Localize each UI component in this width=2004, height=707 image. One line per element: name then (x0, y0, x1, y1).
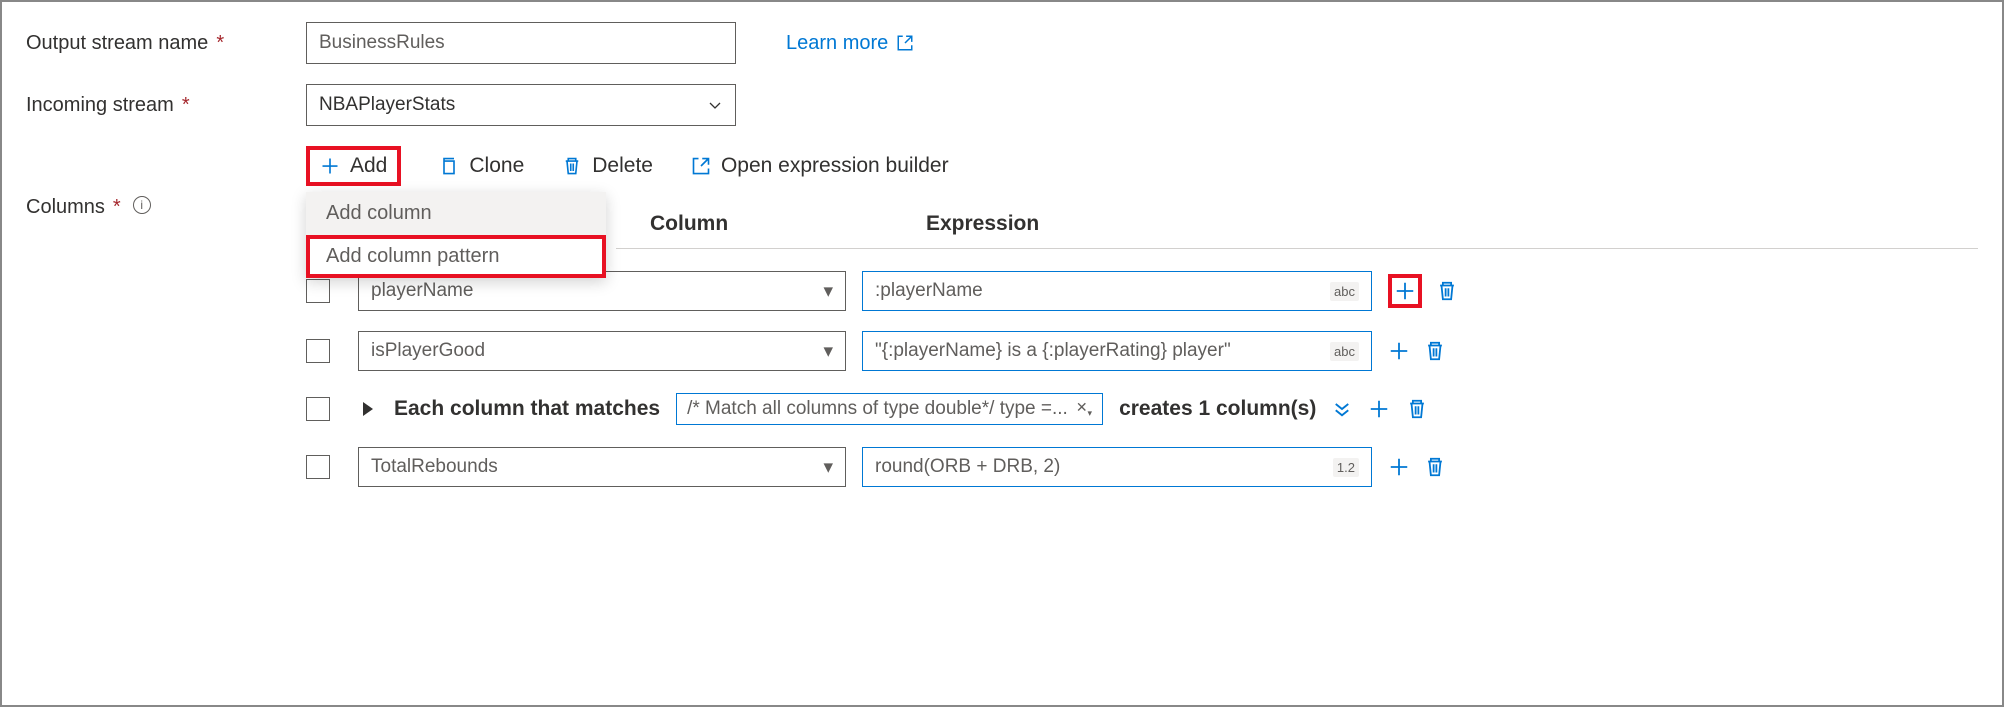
type-badge: abc (1330, 342, 1359, 361)
type-badge: 1.2 (1333, 458, 1359, 477)
collapse-icon[interactable] (1332, 399, 1352, 419)
column-row: TotalRebounds ▾ round(ORB + DRB, 2) 1.2 (306, 437, 1978, 497)
columns-label: Columns * i (26, 146, 306, 497)
row-checkbox[interactable] (306, 397, 330, 421)
add-dropdown-menu: Add column Add column pattern (306, 192, 606, 278)
expand-icon[interactable] (363, 402, 373, 416)
delete-label: Delete (592, 154, 653, 178)
learn-more-link[interactable]: Learn more (786, 32, 914, 55)
open-icon (691, 156, 711, 176)
row-actions (1388, 274, 1458, 308)
add-row-button[interactable] (1388, 340, 1410, 362)
delete-row-button[interactable] (1424, 456, 1446, 478)
delete-button[interactable]: Delete (562, 154, 653, 178)
column-name-value: TotalRebounds (371, 456, 498, 478)
header-column: Column (616, 212, 926, 236)
type-badge: abc (1330, 282, 1359, 301)
row-checkbox[interactable] (306, 455, 330, 479)
incoming-stream-value: NBAPlayerStats (319, 94, 455, 116)
required-asterisk: * (212, 32, 224, 55)
pattern-prefix: Each column that matches (394, 397, 660, 421)
external-link-icon (896, 34, 914, 52)
columns-header-row: Column Expression (616, 212, 1978, 249)
expression-value: "{:playerName} is a {:playerRating} play… (875, 340, 1231, 362)
add-column-pattern-menuitem[interactable]: Add column pattern (306, 235, 606, 278)
header-expression: Expression (926, 212, 1039, 236)
chevron-down-icon (707, 97, 723, 113)
clone-label: Clone (469, 154, 524, 178)
open-expression-builder-button[interactable]: Open expression builder (691, 154, 949, 178)
add-row-button[interactable] (1368, 398, 1390, 420)
incoming-stream-row: Incoming stream * NBAPlayerStats (26, 84, 1978, 126)
caret-down-icon: ▾ (823, 340, 833, 363)
delete-row-button[interactable] (1406, 398, 1428, 420)
output-stream-label: Output stream name * (26, 32, 306, 55)
required-asterisk: * (109, 196, 121, 219)
delete-row-button[interactable] (1436, 280, 1458, 302)
row-actions (1388, 340, 1446, 362)
column-row: isPlayerGood ▾ "{:playerName} is a {:pla… (306, 321, 1978, 381)
column-pattern-row: Each column that matches /* Match all co… (306, 381, 1978, 437)
expression-input[interactable]: "{:playerName} is a {:playerRating} play… (862, 331, 1372, 371)
label-text: Incoming stream (26, 94, 174, 117)
caret-down-icon: ▾ (823, 280, 833, 303)
learn-more-text: Learn more (786, 32, 888, 55)
incoming-stream-label: Incoming stream * (26, 94, 306, 117)
info-icon[interactable]: i (133, 196, 151, 214)
incoming-stream-select[interactable]: NBAPlayerStats (306, 84, 736, 126)
column-name-select[interactable]: TotalRebounds ▾ (358, 447, 846, 487)
pattern-match-text: /* Match all columns of type double*/ ty… (687, 398, 1068, 420)
output-stream-input[interactable] (306, 22, 736, 64)
expression-value: :playerName (875, 280, 983, 302)
columns-toolbar: Add Clone Delete Open expression builder (306, 146, 1978, 192)
label-text: Output stream name (26, 32, 208, 55)
output-stream-row: Output stream name * Learn more (26, 22, 1978, 64)
expression-input[interactable]: :playerName abc (862, 271, 1372, 311)
row-actions (1388, 456, 1446, 478)
column-name-select[interactable]: isPlayerGood ▾ (358, 331, 846, 371)
label-text: Columns (26, 196, 105, 219)
plus-icon (320, 156, 340, 176)
clone-icon (439, 156, 459, 176)
add-row-button[interactable] (1388, 274, 1422, 308)
add-row-button[interactable] (1388, 456, 1410, 478)
expression-input[interactable]: round(ORB + DRB, 2) 1.2 (862, 447, 1372, 487)
required-asterisk: * (178, 94, 190, 117)
column-name-value: isPlayerGood (371, 340, 485, 362)
clear-icon[interactable]: ✕▾ (1076, 399, 1092, 419)
row-checkbox[interactable] (306, 279, 330, 303)
pattern-suffix: creates 1 column(s) (1119, 397, 1316, 421)
add-button[interactable]: Add (306, 146, 401, 186)
pattern-match-input[interactable]: /* Match all columns of type double*/ ty… (676, 393, 1103, 425)
delete-row-button[interactable] (1424, 340, 1446, 362)
column-name-value: playerName (371, 280, 473, 302)
row-checkbox[interactable] (306, 339, 330, 363)
expression-value: round(ORB + DRB, 2) (875, 456, 1060, 478)
add-column-menuitem[interactable]: Add column (306, 192, 606, 235)
open-builder-label: Open expression builder (721, 154, 949, 178)
trash-icon (562, 156, 582, 176)
clone-button[interactable]: Clone (439, 154, 524, 178)
add-label: Add (350, 154, 387, 178)
caret-down-icon: ▾ (823, 456, 833, 479)
